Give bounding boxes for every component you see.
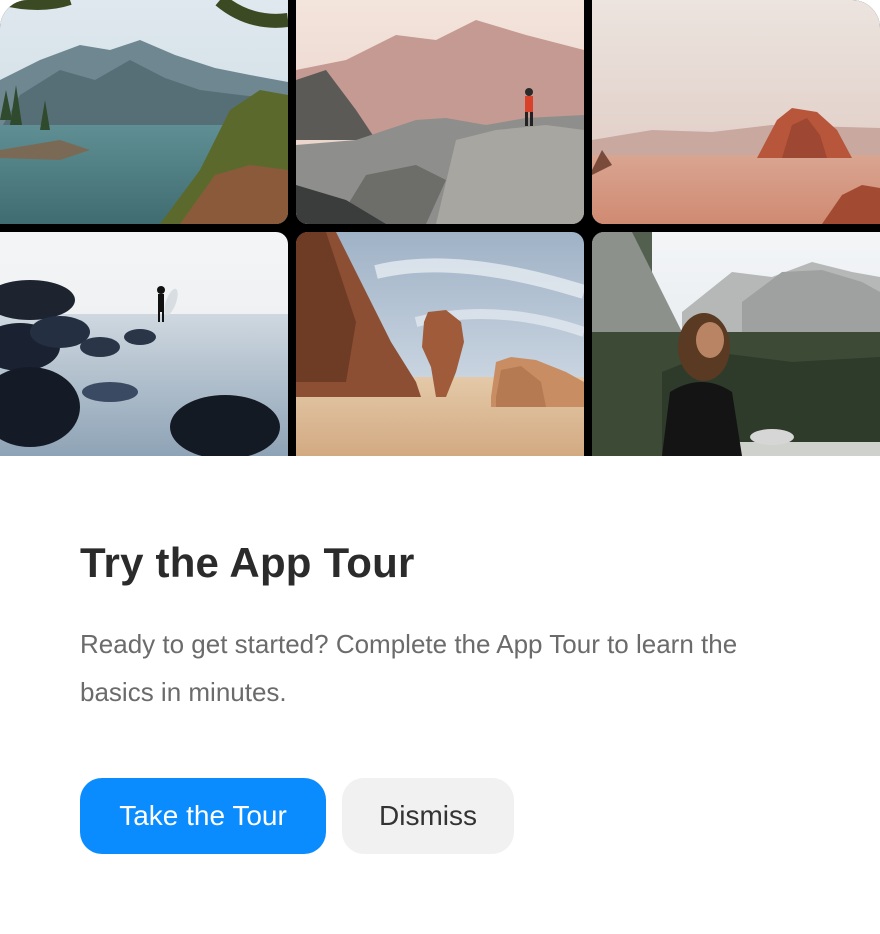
app-tour-dialog: Try the App Tour Ready to get started? C… — [0, 0, 880, 934]
photo-hiker-on-rocks — [296, 0, 584, 224]
photo-gallery — [0, 0, 880, 456]
photo-surfer-beach — [0, 232, 288, 456]
dialog-title: Try the App Tour — [80, 539, 415, 586]
photo-woman-valley — [592, 232, 880, 456]
photo-mountain-lake — [0, 0, 288, 224]
photo-desert-rock — [592, 0, 880, 224]
dialog-description: Ready to get started? Complete the App T… — [80, 629, 738, 707]
dismiss-button[interactable]: Dismiss — [342, 778, 514, 854]
photo-sandstone-pillars — [296, 232, 584, 456]
dialog-actions: Take the Tour Dismiss — [80, 778, 514, 854]
take-tour-button[interactable]: Take the Tour — [80, 778, 326, 854]
dialog-content: Try the App Tour Ready to get started? C… — [80, 536, 800, 716]
